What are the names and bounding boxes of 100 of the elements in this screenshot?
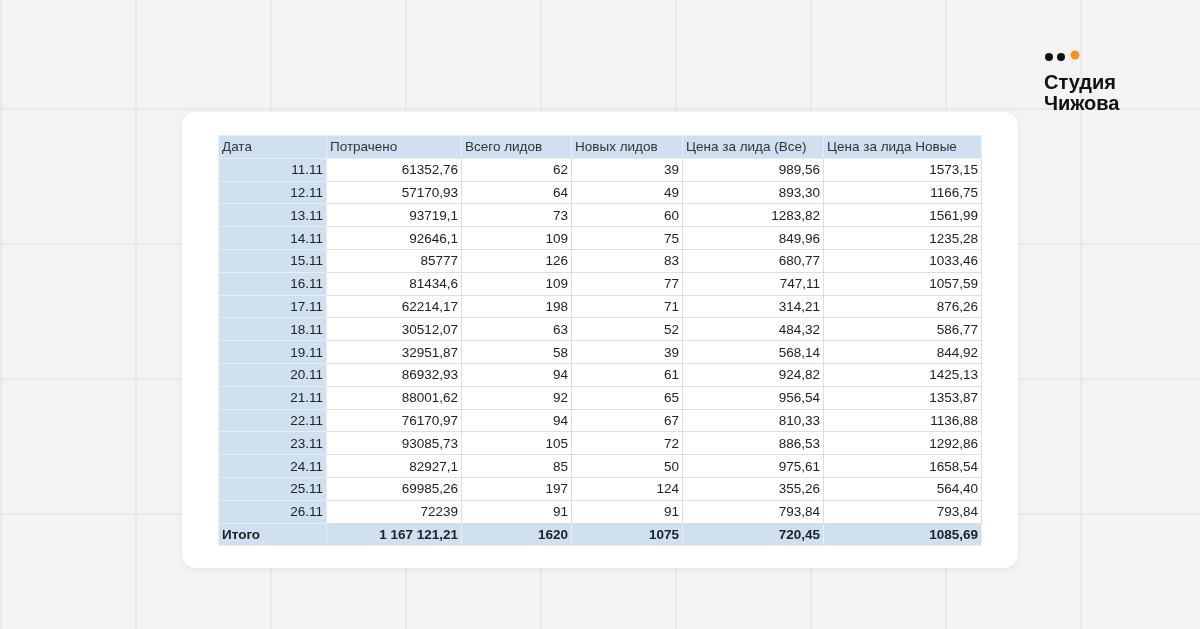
table-cell: 88001,62 [326, 386, 462, 410]
table-cell: 586,77 [823, 317, 982, 341]
table-cell: 1136,88 [823, 409, 982, 432]
total-cell: Итого [218, 523, 327, 546]
table-cell: 94 [461, 363, 572, 387]
table-cell: 73 [461, 203, 572, 227]
column-header: Новых лидов [571, 135, 683, 159]
table-cell: 793,84 [823, 500, 982, 524]
table-cell: 52 [571, 317, 683, 341]
logo-text: Студия [1044, 72, 1118, 93]
row-header: 14.11 [218, 226, 327, 250]
table-cell: 747,11 [682, 272, 824, 296]
table-cell: 1283,82 [682, 203, 824, 227]
table-cell: 63 [461, 317, 572, 341]
logo-text: Чижова [1044, 93, 1120, 114]
table-cell: 72239 [326, 500, 462, 524]
table-cell: 1292,86 [823, 431, 982, 455]
table-cell: 91 [571, 500, 683, 524]
table-cell: 849,96 [682, 226, 824, 250]
row-header: 12.11 [218, 181, 327, 204]
total-cell: 1085,69 [823, 523, 982, 546]
table-cell: 60 [571, 203, 683, 227]
table-cell: 32951,87 [326, 340, 462, 364]
table-cell: 62214,17 [326, 295, 462, 318]
table-cell: 71 [571, 295, 683, 318]
table-cell: 61 [571, 363, 683, 387]
table-cell: 680,77 [682, 249, 824, 273]
table-cell: 1235,28 [823, 226, 982, 250]
column-header: Потрачено [326, 135, 462, 159]
table-cell: 92646,1 [326, 226, 462, 250]
table-cell: 86932,93 [326, 363, 462, 387]
table-cell: 1573,15 [823, 158, 982, 182]
table-cell: 61352,76 [326, 158, 462, 182]
row-header: 19.11 [218, 340, 327, 364]
total-cell: 1075 [571, 523, 683, 546]
row-header: 25.11 [218, 477, 327, 501]
table-cell: 91 [461, 500, 572, 524]
table-cell: 85 [461, 454, 572, 478]
table-cell: 1658,54 [823, 454, 982, 478]
table-cell: 69985,26 [326, 477, 462, 501]
table-cell: 1166,75 [823, 181, 982, 204]
table-cell: 924,82 [682, 363, 824, 387]
table-cell: 50 [571, 454, 683, 478]
row-header: 23.11 [218, 431, 327, 455]
table-cell: 484,32 [682, 317, 824, 341]
dots-icon [1044, 50, 1082, 62]
table-cell: 105 [461, 431, 572, 455]
column-header: Дата [218, 135, 327, 159]
table-cell: 793,84 [682, 500, 824, 524]
column-header: Цена за лида Новые [823, 135, 982, 159]
table-cell: 30512,07 [326, 317, 462, 341]
table-cell: 64 [461, 181, 572, 204]
table-cell: 876,26 [823, 295, 982, 318]
table-cell: 564,40 [823, 477, 982, 501]
table-cell: 58 [461, 340, 572, 364]
table-cell: 77 [571, 272, 683, 296]
table-cell: 49 [571, 181, 683, 204]
row-header: 21.11 [218, 386, 327, 410]
row-header: 20.11 [218, 363, 327, 387]
table-cell: 568,14 [682, 340, 824, 364]
row-header: 15.11 [218, 249, 327, 273]
table-cell: 94 [461, 409, 572, 432]
table-cell: 39 [571, 158, 683, 182]
table-cell: 1561,99 [823, 203, 982, 227]
row-header: 22.11 [218, 409, 327, 432]
table-cell: 886,53 [682, 431, 824, 455]
table-cell: 1033,46 [823, 249, 982, 273]
row-header: 18.11 [218, 317, 327, 341]
table-cell: 314,21 [682, 295, 824, 318]
table-cell: 85777 [326, 249, 462, 273]
table-cell: 844,92 [823, 340, 982, 364]
row-header: 16.11 [218, 272, 327, 296]
table-cell: 57170,93 [326, 181, 462, 204]
table-cell: 126 [461, 249, 572, 273]
table-cell: 893,30 [682, 181, 824, 204]
row-header: 26.11 [218, 500, 327, 524]
table-cell: 989,56 [682, 158, 824, 182]
table-cell: 93719,1 [326, 203, 462, 227]
table-cell: 810,33 [682, 409, 824, 432]
table-cell: 39 [571, 340, 683, 364]
total-cell: 720,45 [682, 523, 824, 546]
table-cell: 1057,59 [823, 272, 982, 296]
row-header: 11.11 [218, 158, 327, 182]
table-cell: 82927,1 [326, 454, 462, 478]
table-cell: 93085,73 [326, 431, 462, 455]
table-cell: 109 [461, 226, 572, 250]
total-cell: 1 167 121,21 [326, 523, 462, 546]
table-cell: 81434,6 [326, 272, 462, 296]
total-cell: 1620 [461, 523, 572, 546]
table-cell: 198 [461, 295, 572, 318]
table-cell: 62 [461, 158, 572, 182]
table-cell: 1425,13 [823, 363, 982, 387]
table-cell: 197 [461, 477, 572, 501]
table-cell: 72 [571, 431, 683, 455]
table-cell: 75 [571, 226, 683, 250]
row-header: 13.11 [218, 203, 327, 227]
table-cell: 1353,87 [823, 386, 982, 410]
table-cell: 67 [571, 409, 683, 432]
row-header: 24.11 [218, 454, 327, 478]
column-header: Всего лидов [461, 135, 572, 159]
